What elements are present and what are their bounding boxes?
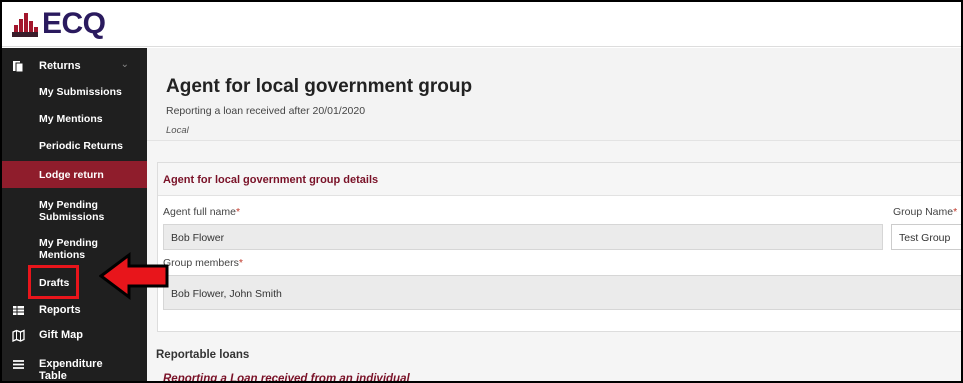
menu-icon	[12, 358, 26, 372]
sidebar-group-label: Reports	[39, 304, 81, 316]
agent-name-field[interactable]: Bob Flower	[163, 224, 883, 250]
return-type-label: Local	[166, 125, 189, 136]
sidebar-group-label: Gift Map	[39, 329, 83, 341]
group-name-label: Group Name*	[893, 206, 958, 218]
sidebar-item-periodic-returns[interactable]: Periodic Returns	[2, 140, 147, 152]
top-bar: ECQ	[2, 2, 961, 47]
sidebar-group-label: Expenditure Table	[39, 358, 103, 382]
page-subtitle: Reporting a loan received after 20/01/20…	[166, 105, 366, 117]
reportable-loans-heading: Reportable loans	[156, 349, 250, 361]
map-icon	[12, 329, 26, 343]
logo-mark-icon	[12, 11, 38, 37]
sidebar-group-expenditure-table[interactable]: Expenditure Table	[2, 354, 147, 382]
brand-name: ECQ	[42, 7, 106, 40]
agent-details-panel: Agent for local government group details…	[157, 162, 961, 332]
sidebar-group-reports[interactable]: Reports	[2, 300, 147, 322]
sidebar-group-returns[interactable]: Returns ⌄	[2, 56, 147, 78]
sidebar-item-my-pending-submissions[interactable]: My Pending Submissions	[2, 199, 112, 223]
page-title: Agent for local government group	[166, 76, 473, 97]
sidebar-item-my-submissions[interactable]: My Submissions	[2, 86, 147, 98]
main-content: Agent for local government group Reporti…	[147, 48, 961, 383]
chevron-down-icon[interactable]: ⌄	[121, 59, 129, 70]
sidebar-group-label: Returns	[39, 60, 81, 72]
reportable-loans-subheading: Reporting a Loan received from an indivi…	[163, 373, 410, 383]
group-members-label: Group members*	[163, 257, 243, 269]
page-header: Agent for local government group Reporti…	[147, 48, 961, 141]
table-icon	[12, 304, 26, 318]
document-icon	[12, 60, 26, 74]
panel-title: Agent for local government group details	[163, 174, 379, 186]
sidebar-item-my-pending-mentions[interactable]: My Pending Mentions	[2, 237, 112, 261]
screenshot-frame: ECQ Returns ⌄ My Submissions My Mentions…	[0, 0, 963, 383]
group-name-field[interactable]: Test Group	[891, 224, 961, 250]
panel-header: Agent for local government group details	[158, 163, 961, 196]
annotation-arrow-icon	[99, 252, 169, 300]
drafts-highlight-box	[28, 265, 79, 299]
sidebar-item-lodge-return[interactable]: Lodge return	[2, 161, 147, 188]
sidebar: Returns ⌄ My Submissions My Mentions Per…	[2, 48, 147, 382]
sidebar-group-gift-map[interactable]: Gift Map	[2, 325, 147, 347]
sidebar-item-my-mentions[interactable]: My Mentions	[2, 113, 147, 125]
group-members-field[interactable]: Bob Flower, John Smith	[163, 275, 961, 310]
agent-name-label: Agent full name*	[163, 206, 241, 218]
logo[interactable]: ECQ	[12, 7, 106, 41]
